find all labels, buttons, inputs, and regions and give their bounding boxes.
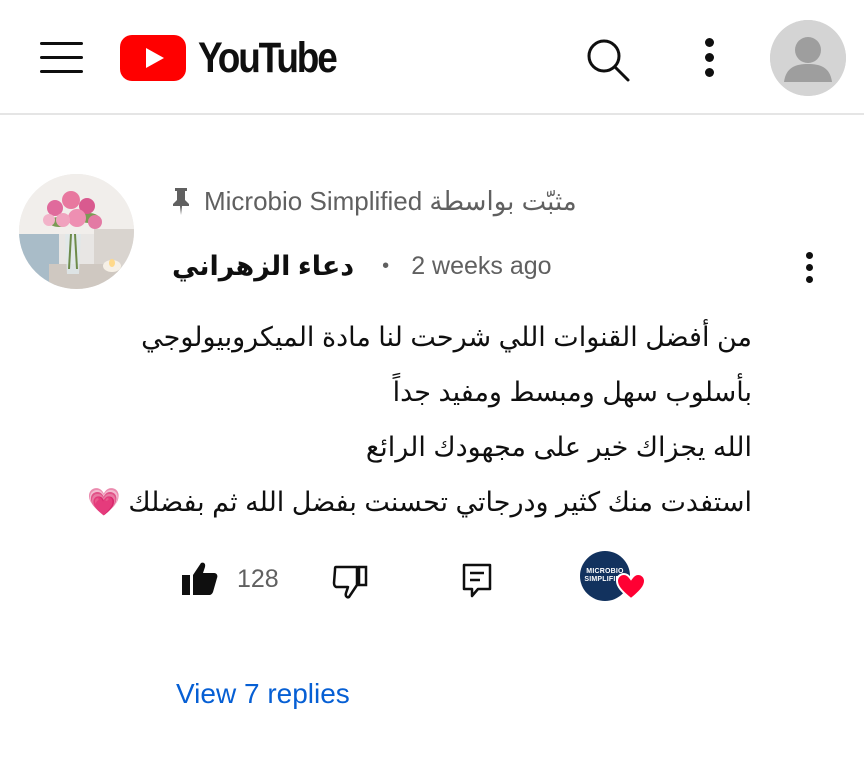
dislike-button[interactable]	[330, 561, 370, 601]
comment-timestamp: 2 weeks ago	[411, 251, 552, 280]
more-vertical-icon-dot	[806, 276, 813, 283]
comment-action-menu-button[interactable]	[798, 250, 822, 286]
more-options-button[interactable]	[698, 36, 722, 82]
comment-author[interactable]: دعاء الزهراني	[172, 251, 354, 282]
youtube-logo[interactable]: YouTube	[120, 34, 358, 82]
more-vertical-icon-dot	[806, 264, 813, 271]
menu-button[interactable]	[40, 42, 84, 74]
comment-actions: 128 MICROBIO SIMPLIFIED	[180, 551, 680, 605]
view-replies-link[interactable]: View 7 replies	[176, 678, 350, 710]
comment-line: بأسلوب سهل ومبسط ومفيد جداً	[392, 377, 752, 407]
more-vertical-icon-dot	[705, 53, 714, 62]
comment-line-block: من أفضل القنوات اللي شرحت لنا مادة الميك…	[87, 310, 752, 530]
thumbs-up-icon	[182, 562, 218, 595]
search-icon	[587, 39, 630, 82]
like-count: 128	[237, 565, 279, 593]
more-vertical-icon-dot	[705, 38, 714, 47]
comment-header: دعاء الزهراني • 2 weeks ago	[172, 246, 552, 286]
comment-line: من أفضل القنوات اللي شرحت لنا مادة الميك…	[141, 322, 752, 352]
account-button[interactable]	[770, 20, 846, 96]
menu-icon-line	[40, 56, 83, 59]
commenter-avatar[interactable]	[19, 174, 134, 289]
heart-icon	[616, 573, 646, 601]
comment-line: الله يجزاك خير على مجهودك الرائع	[365, 432, 752, 462]
top-app-bar: YouTube	[0, 0, 864, 115]
more-vertical-icon-dot	[705, 68, 714, 77]
creator-heart-badge: MICROBIO SIMPLIFIED	[580, 551, 650, 611]
menu-icon-line	[40, 70, 83, 73]
account-icon	[770, 20, 846, 96]
search-button[interactable]	[584, 36, 632, 84]
youtube-play-icon	[120, 35, 186, 81]
pinned-text: مثبّت بواسطة Microbio Simplified	[204, 185, 577, 216]
comment-reply-icon	[462, 563, 492, 598]
logo-wordmark: YouTube	[198, 33, 338, 82]
flower-vase-image	[19, 174, 134, 289]
thumbs-down-icon	[332, 565, 368, 599]
pin-icon	[173, 188, 189, 215]
pinned-by-label: مثبّت بواسطة Microbio Simplified	[170, 184, 577, 218]
reply-button[interactable]	[460, 561, 494, 601]
separator-dot: •	[382, 254, 390, 277]
menu-icon-line	[40, 42, 83, 45]
like-button[interactable]	[180, 559, 220, 599]
comment-line: استفدت منك كثير ودرجاتي تحسنت بفضل الله …	[87, 487, 752, 517]
more-vertical-icon-dot	[806, 252, 813, 259]
